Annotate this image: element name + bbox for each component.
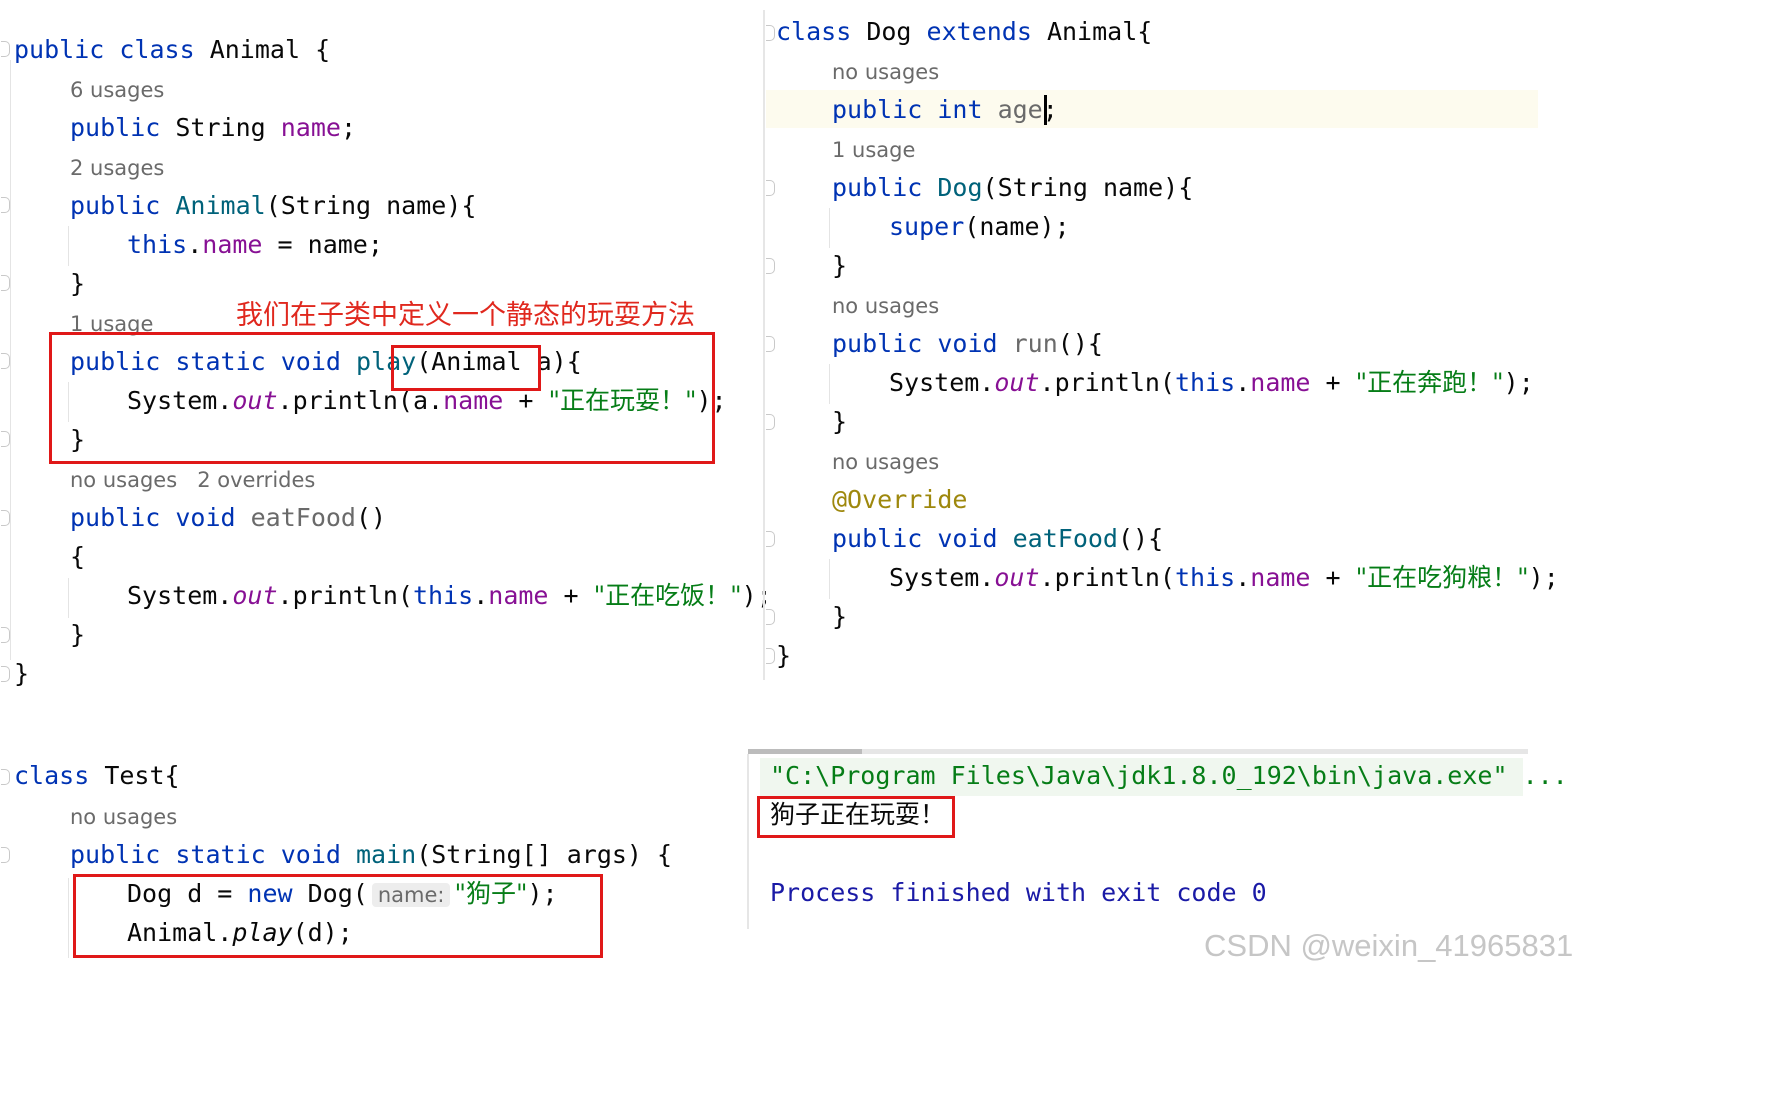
- highlight-box-main-body: [73, 874, 603, 958]
- constructor-body-line: this.name = name;: [127, 230, 383, 259]
- console-tab-strip[interactable]: [748, 749, 1528, 754]
- fold-marker-icon[interactable]: [766, 648, 775, 664]
- indent-guide: [68, 878, 69, 958]
- usage-hint[interactable]: no usages: [832, 293, 939, 319]
- console-left-border: [747, 754, 749, 929]
- animal-class-declaration: public class Animal {: [14, 35, 331, 64]
- fold-marker-icon[interactable]: [766, 258, 775, 274]
- eatfood-method-declaration: public void eatFood(): [70, 503, 387, 532]
- usage-hint[interactable]: no usages: [832, 59, 939, 85]
- main-method-declaration: public static void main(String[] args) {: [70, 840, 673, 869]
- closing-brace: }: [832, 602, 848, 631]
- eatfood-body-line: System.out.println(this.name + "正在吃饭！");: [127, 581, 772, 610]
- indent-guide: [10, 60, 11, 660]
- indent-guide: [68, 226, 69, 266]
- class-closing-brace: }: [776, 641, 792, 670]
- usage-hint[interactable]: 2 usages: [70, 155, 164, 181]
- dog-class-declaration: class Dog extends Animal{: [776, 17, 1153, 46]
- fold-marker-icon[interactable]: [766, 609, 775, 625]
- fold-marker-icon[interactable]: [1, 197, 10, 213]
- field-declaration-age: public int age;: [832, 95, 1058, 124]
- usage-hint[interactable]: 1 usage: [832, 137, 915, 163]
- fold-marker-icon[interactable]: [766, 25, 775, 41]
- dog-eatfood-body-line: System.out.println(this.name + "正在吃狗粮！")…: [889, 563, 1559, 592]
- usage-hint[interactable]: no usages 2 overrides: [70, 467, 315, 493]
- pane-divider[interactable]: [763, 10, 765, 680]
- fold-marker-icon[interactable]: [1, 627, 10, 643]
- fold-marker-icon[interactable]: [1, 510, 10, 526]
- console-exit-line: Process finished with exit code 0: [770, 878, 1267, 907]
- text-cursor: [1044, 95, 1047, 125]
- indent-guide: [829, 559, 830, 599]
- console-tab-active[interactable]: [748, 749, 862, 754]
- fold-marker-icon[interactable]: [1, 666, 10, 682]
- override-annotation: @Override: [832, 485, 968, 514]
- indent-guide: [829, 208, 830, 248]
- indent-guide: [829, 364, 830, 404]
- fold-marker-icon[interactable]: [1, 847, 10, 863]
- fold-marker-icon[interactable]: [1, 41, 10, 57]
- super-call-line: super(name);: [889, 212, 1070, 241]
- closing-brace: }: [832, 407, 848, 436]
- constructor-declaration: public Animal(String name){: [70, 191, 477, 220]
- class-closing-brace: }: [14, 659, 30, 688]
- indent-guide: [68, 578, 69, 618]
- usage-hint[interactable]: no usages: [832, 449, 939, 475]
- watermark: CSDN @weixin_41965831: [1204, 928, 1574, 963]
- fold-marker-icon[interactable]: [1, 769, 10, 785]
- dog-eatfood-declaration: public void eatFood(){: [832, 524, 1164, 553]
- fold-marker-icon[interactable]: [1, 353, 10, 369]
- fold-marker-icon[interactable]: [766, 414, 775, 430]
- dog-constructor-declaration: public Dog(String name){: [832, 173, 1194, 202]
- closing-brace: }: [832, 251, 848, 280]
- opening-brace: {: [70, 542, 86, 571]
- closing-brace: }: [70, 620, 86, 649]
- fold-marker-icon[interactable]: [766, 180, 775, 196]
- console-command-line: "C:\Program Files\Java\jdk1.8.0_192\bin\…: [770, 761, 1568, 790]
- test-class-declaration: class Test{: [14, 761, 180, 790]
- field-declaration-name: public String name;: [70, 113, 357, 142]
- usage-hint[interactable]: no usages: [70, 804, 177, 830]
- highlight-box-play-params: [391, 345, 541, 391]
- annotation-label: 我们在子类中定义一个静态的玩耍方法: [236, 300, 695, 331]
- fold-marker-icon[interactable]: [766, 531, 775, 547]
- run-method-declaration: public void run(){: [832, 329, 1103, 358]
- run-method-body-line: System.out.println(this.name + "正在奔跑！");: [889, 368, 1534, 397]
- fold-marker-icon[interactable]: [1, 275, 10, 291]
- highlight-box-play-method: [49, 332, 715, 464]
- highlight-box-console-output: [757, 796, 955, 838]
- closing-brace: }: [70, 269, 86, 298]
- fold-marker-icon[interactable]: [1, 431, 10, 447]
- usage-hint[interactable]: 6 usages: [70, 77, 164, 103]
- fold-marker-icon[interactable]: [766, 336, 775, 352]
